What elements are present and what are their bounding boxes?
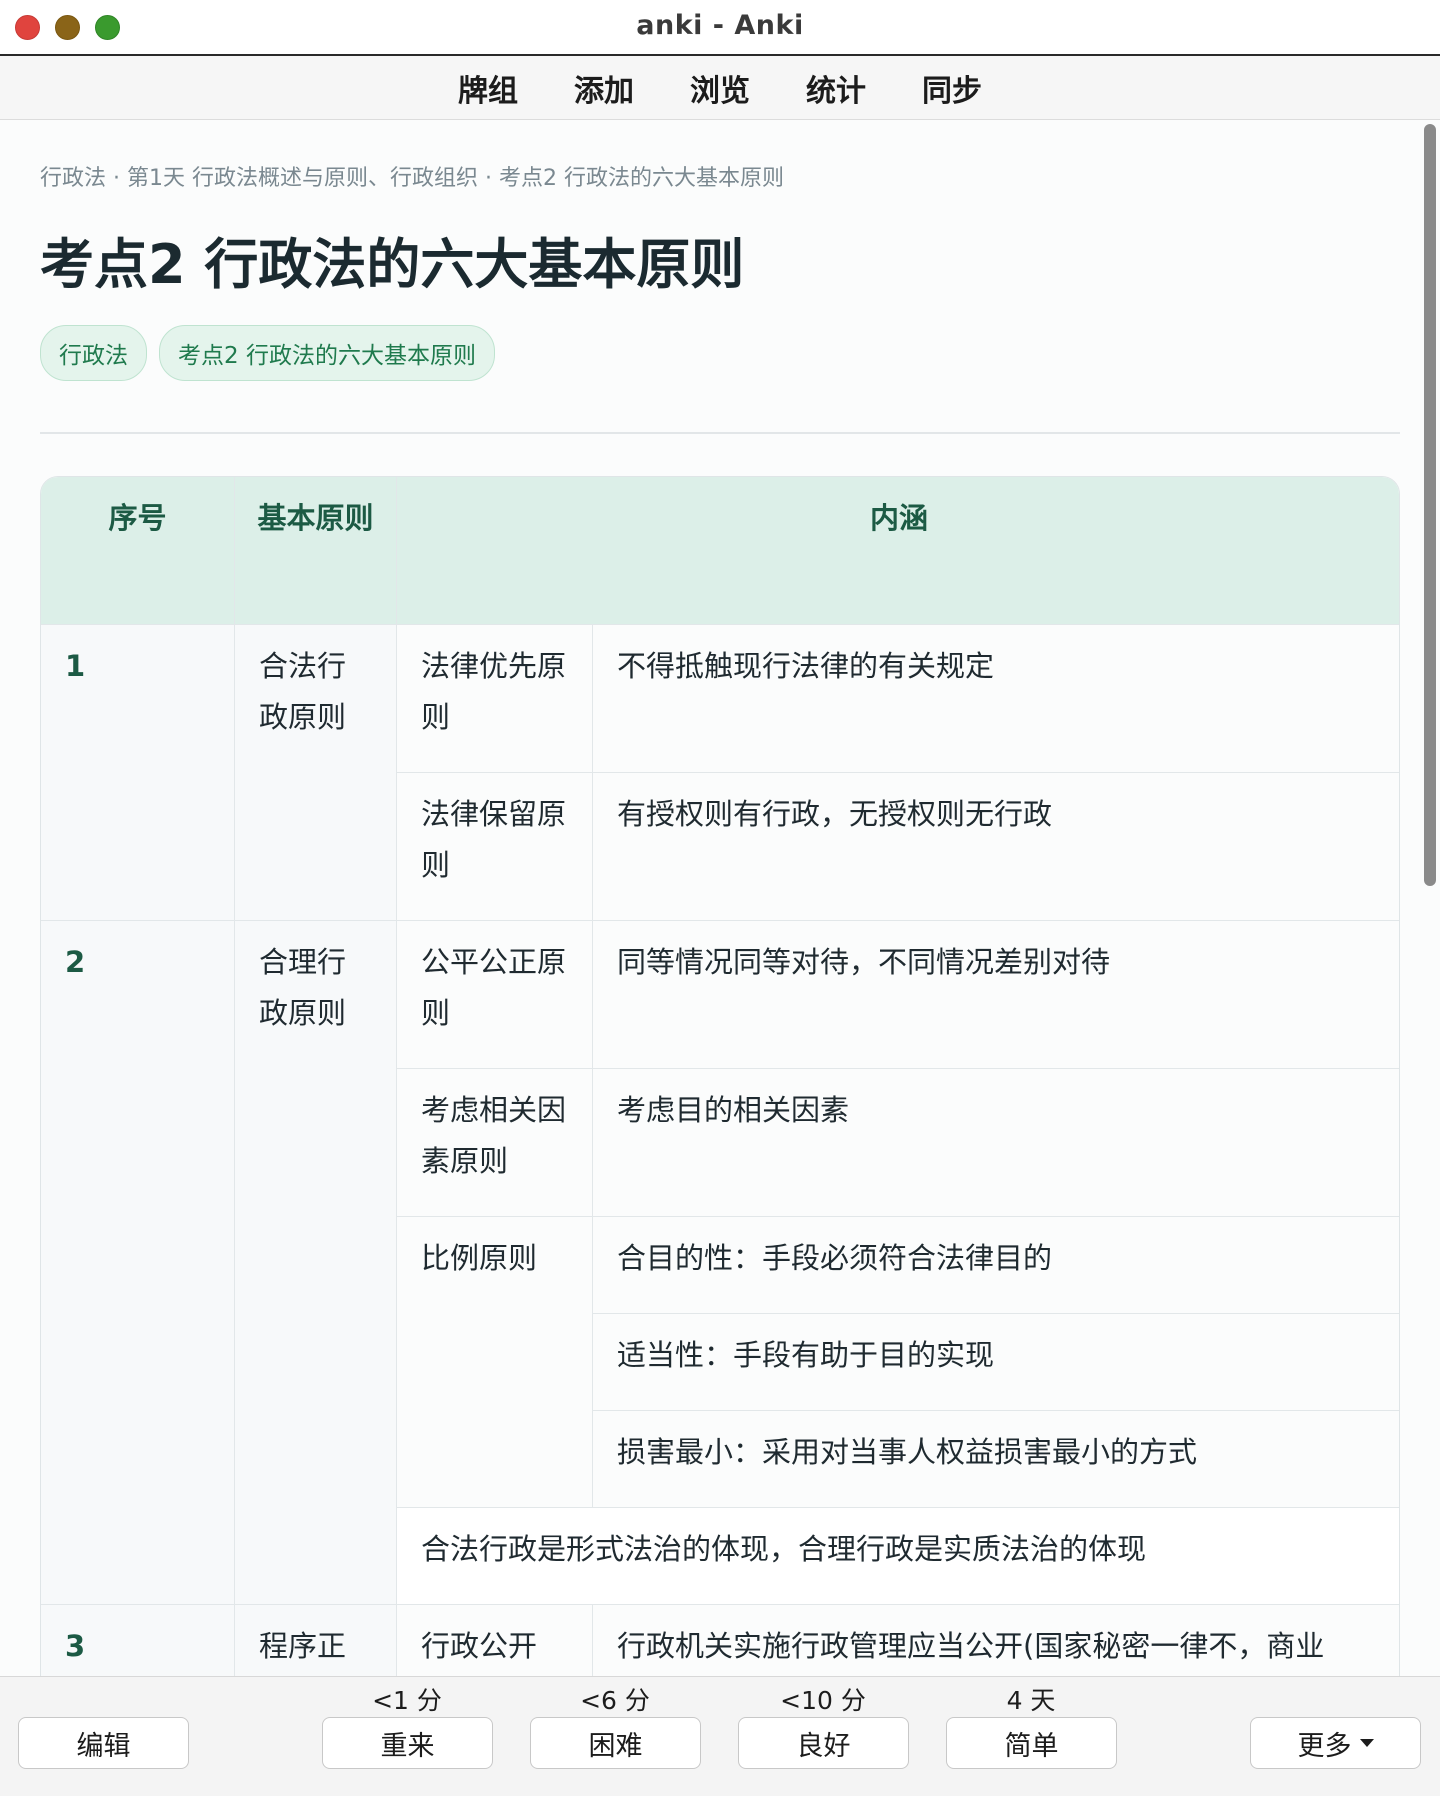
meaning-cell: 损害最小：采用对当事人权益损害最小的方式 [593,1411,1399,1508]
again-button[interactable]: 重来 [322,1717,493,1769]
tag-chip: 考点2 行政法的六大基本原则 [159,325,495,381]
row-index: 3 [41,1605,235,1676]
due-interval: <6 分 [580,1686,650,1715]
principles-table: 序号 基本原则 内涵 1 合法行政原则 法律优先原则 不得抵触现行法律的有关规定… [40,476,1400,1676]
sub-principle: 行政公开 [397,1605,593,1676]
meaning-cell: 不得抵触现行法律的有关规定 [593,625,1399,773]
meaning-cell: 同等情况同等对待，不同情况差别对待 [593,921,1399,1069]
anki-window: anki - Anki 牌组 添加 浏览 统计 同步 行政法 · 第1天 行政法… [0,0,1440,1796]
row-index: 1 [41,625,235,921]
meaning-cell: 合目的性：手段必须符合法律目的 [593,1217,1399,1314]
summary-note: 合法行政是形式法治的体现，合理行政是实质法治的体现 [397,1508,1399,1605]
title-bar: anki - Anki [0,0,1440,56]
row-principle: 合法行政原则 [235,625,397,921]
tag-chip: 行政法 [40,325,147,381]
header-meaning: 内涵 [397,477,1399,625]
meaning-cell: 考虑目的相关因素 [593,1069,1399,1217]
header-index: 序号 [41,477,235,625]
card-title: 考点2 行政法的六大基本原则 [40,233,745,296]
sub-principle: 法律保留原则 [397,773,593,921]
sub-principle: 考虑相关因素原则 [397,1069,593,1217]
sub-principle: 比例原则 [397,1217,593,1508]
toolbar-stats[interactable]: 统计 [778,66,894,110]
answer-bar: <1 分 <6 分 <10 分 4 天 编辑 重来 困难 良好 简单 更多 [0,1676,1440,1796]
edit-button[interactable]: 编辑 [18,1717,189,1769]
meaning-cell: 适当性：手段有助于目的实现 [593,1314,1399,1411]
vertical-scrollbar[interactable] [1424,124,1436,886]
more-label: 更多 [1297,1730,1352,1762]
window-title: anki - Anki [636,10,804,41]
toolbar-browse[interactable]: 浏览 [662,66,778,110]
row-principle: 合理行政原则 [235,921,397,1605]
easy-button[interactable]: 简单 [946,1717,1117,1769]
sub-principle: 公平公正原则 [397,921,593,1069]
toolbar-add[interactable]: 添加 [546,66,662,110]
due-interval: <10 分 [780,1686,866,1715]
row-index: 2 [41,921,235,1605]
toolbar-sync[interactable]: 同步 [894,66,1010,110]
meaning-cell: 行政机关实施行政管理应当公开(国家秘密一律不，商业 [593,1605,1399,1676]
row-principle: 程序正 [235,1605,397,1676]
card-view: 行政法 · 第1天 行政法概述与原则、行政组织 · 考点2 行政法的六大基本原则… [0,120,1440,1676]
good-button[interactable]: 良好 [738,1717,909,1769]
tag-list: 行政法 考点2 行政法的六大基本原则 [40,325,495,381]
main-toolbar: 牌组 添加 浏览 统计 同步 [0,56,1440,120]
breadcrumb: 行政法 · 第1天 行政法概述与原则、行政组织 · 考点2 行政法的六大基本原则 [40,166,784,191]
header-principle: 基本原则 [235,477,397,625]
divider [40,432,1400,434]
dropdown-caret-icon [1359,1739,1374,1747]
more-button[interactable]: 更多 [1250,1717,1421,1769]
due-interval: 4 天 [1006,1686,1056,1715]
due-interval: <1 分 [372,1686,442,1715]
sub-principle: 法律优先原则 [397,625,593,773]
hard-button[interactable]: 困难 [530,1717,701,1769]
toolbar-decks[interactable]: 牌组 [430,66,546,110]
meaning-cell: 有授权则有行政，无授权则无行政 [593,773,1399,921]
